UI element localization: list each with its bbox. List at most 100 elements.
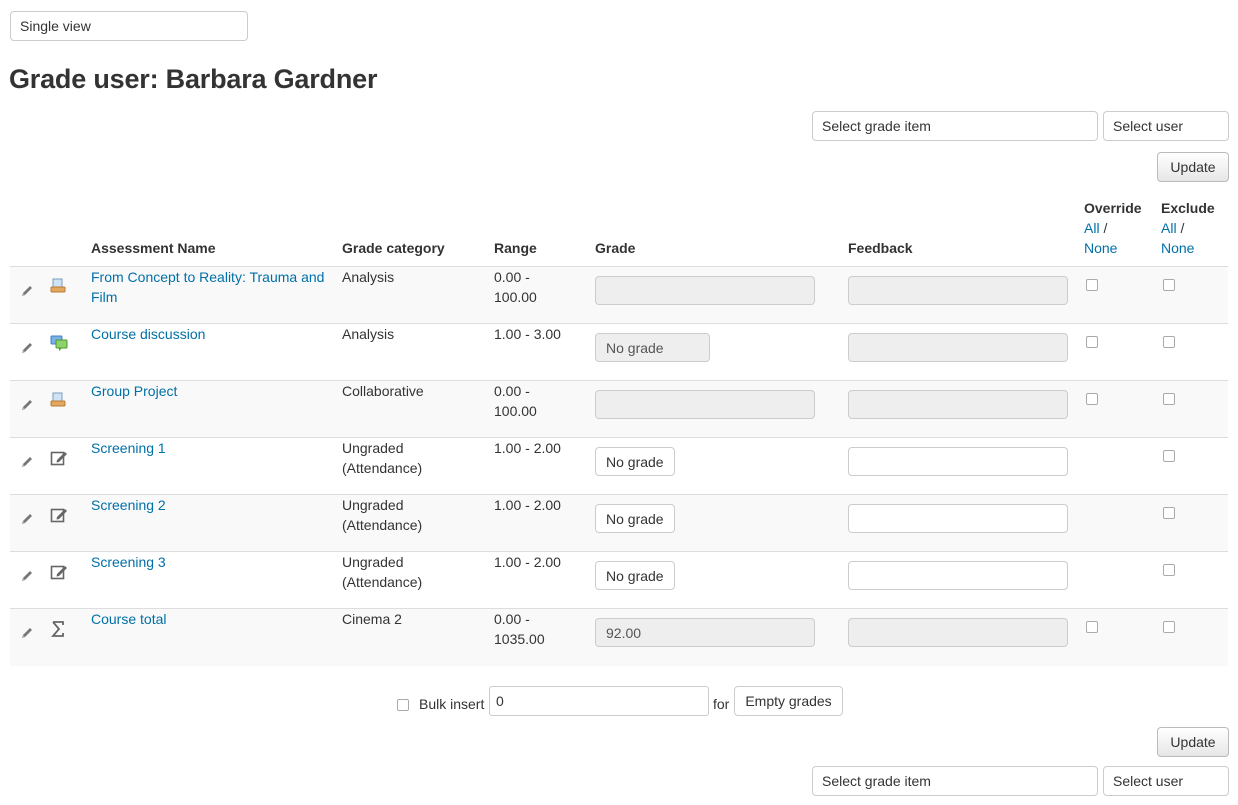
bulk-insert-checkbox[interactable] bbox=[397, 699, 409, 711]
override-checkbox[interactable] bbox=[1086, 621, 1098, 633]
grade-category: Ungraded (Attendance) bbox=[342, 497, 423, 533]
exclude-checkbox[interactable] bbox=[1163, 621, 1175, 633]
assessment-name-link[interactable]: Course total bbox=[91, 611, 166, 627]
grade-select[interactable]: No grade bbox=[595, 561, 675, 590]
user-select-bottom[interactable]: Select user bbox=[1103, 766, 1229, 796]
bulk-target-select[interactable]: Empty grades bbox=[734, 686, 843, 716]
assessment-name-link[interactable]: Screening 1 bbox=[91, 440, 166, 456]
range: 0.00 - 100.00 bbox=[494, 269, 537, 305]
grade-value: No grade bbox=[606, 568, 664, 584]
view-select-value: Single view bbox=[20, 18, 91, 34]
edit-pencil-icon[interactable] bbox=[20, 283, 34, 303]
edit-cell bbox=[10, 608, 50, 666]
grade-item-select-bottom[interactable]: Select grade item bbox=[812, 766, 1098, 796]
user-select-top[interactable]: Select user bbox=[1103, 111, 1229, 141]
feedback-cell bbox=[848, 380, 1084, 438]
assessment-name-link[interactable]: Group Project bbox=[91, 383, 177, 399]
edit-pencil-icon[interactable] bbox=[20, 511, 34, 531]
grade-cell: No grade bbox=[595, 323, 848, 381]
assessment-name-cell: Course discussion bbox=[91, 323, 342, 381]
feedback-input bbox=[848, 333, 1068, 362]
edit-cell bbox=[10, 551, 50, 609]
assessment-name-link[interactable]: From Concept to Reality: Trauma and Film bbox=[91, 269, 324, 305]
grade-category-cell: Ungraded (Attendance) bbox=[342, 494, 494, 552]
feedback-input bbox=[848, 276, 1068, 305]
exclude-cell bbox=[1161, 437, 1228, 495]
override-all-link[interactable]: All bbox=[1084, 220, 1100, 236]
range: 0.00 - 1035.00 bbox=[494, 611, 545, 647]
table-header-row: Assessment Name Grade category Range Gra… bbox=[10, 198, 1228, 267]
assessment-name-link[interactable]: Course discussion bbox=[91, 326, 205, 342]
exclude-checkbox[interactable] bbox=[1163, 507, 1175, 519]
override-none-link[interactable]: None bbox=[1084, 240, 1117, 256]
edit-cell bbox=[10, 266, 50, 324]
exclude-checkbox[interactable] bbox=[1163, 336, 1175, 348]
exclude-checkbox[interactable] bbox=[1163, 564, 1175, 576]
table-row: Group Project Collaborative 0.00 - 100.00 bbox=[10, 380, 1228, 438]
override-checkbox[interactable] bbox=[1086, 393, 1098, 405]
header-icon bbox=[50, 198, 91, 267]
grade-select[interactable]: No grade bbox=[595, 447, 675, 476]
assessment-name-cell: Course total bbox=[91, 608, 342, 666]
user-select-top-value: Select user bbox=[1113, 118, 1184, 134]
grade-input: 92.00 bbox=[595, 618, 815, 647]
exclude-all-link[interactable]: All bbox=[1161, 220, 1177, 236]
exclude-none-link[interactable]: None bbox=[1161, 240, 1194, 256]
table-row: From Concept to Reality: Trauma and Film… bbox=[10, 266, 1228, 324]
grade-item-select-top-value: Select grade item bbox=[822, 118, 931, 134]
grade-select[interactable]: No grade bbox=[595, 504, 675, 533]
edit-pencil-icon[interactable] bbox=[20, 454, 34, 474]
assessment-name-cell: Screening 2 bbox=[91, 494, 342, 552]
range-cell: 1.00 - 2.00 bbox=[494, 437, 595, 495]
exclude-cell bbox=[1161, 380, 1228, 438]
sigma-icon bbox=[50, 620, 66, 643]
view-select[interactable]: Single view bbox=[10, 11, 248, 41]
exclude-checkbox[interactable] bbox=[1163, 393, 1175, 405]
grade-item-select-top[interactable]: Select grade item bbox=[812, 111, 1098, 141]
grade-input bbox=[595, 276, 815, 305]
feedback-cell bbox=[848, 608, 1084, 666]
update-button-bottom[interactable]: Update bbox=[1157, 727, 1229, 757]
type-icon-cell bbox=[50, 437, 91, 495]
grade-category: Analysis bbox=[342, 326, 395, 342]
override-checkbox[interactable] bbox=[1086, 279, 1098, 291]
exclude-checkbox[interactable] bbox=[1163, 450, 1175, 462]
update-button-top[interactable]: Update bbox=[1157, 152, 1229, 182]
header-exclude-label: Exclude bbox=[1161, 200, 1215, 216]
edit-pencil-icon[interactable] bbox=[20, 397, 34, 417]
feedback-input[interactable] bbox=[848, 504, 1068, 533]
header-exclude: Exclude All / None bbox=[1161, 198, 1228, 267]
page-title: Grade user: Barbara Gardner bbox=[9, 64, 378, 94]
edit-cell bbox=[10, 323, 50, 381]
override-separator: / bbox=[1099, 220, 1108, 236]
range: 1.00 - 3.00 bbox=[494, 326, 561, 342]
override-checkbox[interactable] bbox=[1086, 336, 1098, 348]
feedback-input[interactable] bbox=[848, 447, 1068, 476]
grade-category: Analysis bbox=[342, 269, 395, 285]
exclude-cell bbox=[1161, 551, 1228, 609]
assessment-name-cell: Group Project bbox=[91, 380, 342, 438]
assessment-name-link[interactable]: Screening 2 bbox=[91, 497, 166, 513]
grade-value: No grade bbox=[606, 454, 664, 470]
edit-pencil-icon[interactable] bbox=[20, 568, 34, 588]
type-icon-cell bbox=[50, 380, 91, 438]
assignment-icon bbox=[50, 278, 66, 299]
edit-cell bbox=[10, 494, 50, 552]
edit-pencil-icon[interactable] bbox=[20, 340, 34, 360]
feedback-input[interactable] bbox=[848, 561, 1068, 590]
grade-value: No grade bbox=[606, 511, 664, 527]
grade-category-cell: Ungraded (Attendance) bbox=[342, 437, 494, 495]
table-row: Course discussion Analysis 1.00 - 3.00 No g… bbox=[10, 323, 1228, 381]
exclude-checkbox[interactable] bbox=[1163, 279, 1175, 291]
grade-value: No grade bbox=[606, 340, 664, 356]
override-cell bbox=[1084, 380, 1161, 438]
bulk-insert-value-input[interactable]: 0 bbox=[489, 686, 709, 716]
edit-pencil-icon[interactable] bbox=[20, 625, 34, 645]
override-cell bbox=[1084, 266, 1161, 324]
range: 0.00 - 100.00 bbox=[494, 383, 537, 419]
table-row: Screening 1 Ungraded (Attendance) 1.00 - 2… bbox=[10, 437, 1228, 495]
assessment-name-link[interactable]: Screening 3 bbox=[91, 554, 166, 570]
range: 1.00 - 2.00 bbox=[494, 440, 561, 456]
exclude-cell bbox=[1161, 494, 1228, 552]
header-grade-category: Grade category bbox=[342, 240, 445, 256]
